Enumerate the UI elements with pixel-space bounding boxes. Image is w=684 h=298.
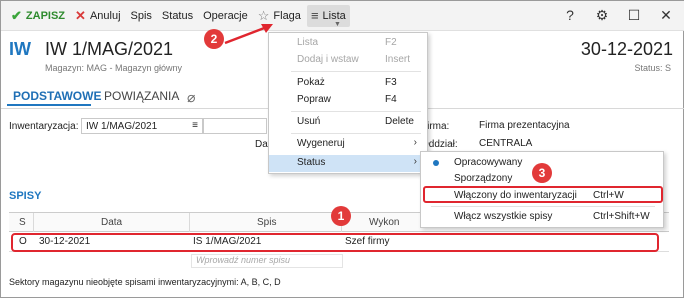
check-icon: ✔: [11, 8, 22, 23]
active-tab-indicator: [7, 104, 91, 106]
menu-separator: [291, 133, 421, 134]
close-icon[interactable]: ✕: [657, 7, 675, 24]
warehouse-subtitle: Magazyn: MAG - Magazyn główny: [45, 63, 183, 73]
menu-lines-icon: ≡: [310, 8, 319, 23]
extra-field[interactable]: [203, 118, 267, 134]
annotation-badge-1: 1: [331, 206, 351, 226]
menu-item-label: Dodaj i wstaw: [297, 54, 359, 65]
flaga-label: Flaga: [273, 9, 301, 22]
document-date: 30-12-2021: [580, 39, 673, 59]
menu-item-status[interactable]: Status ›: [269, 155, 427, 172]
menu-item-label: Lista: [297, 37, 319, 48]
annotation-badge-2: 2: [204, 29, 224, 49]
help-icon[interactable]: ?: [561, 7, 579, 24]
oddzial-field: CENTRALA: [475, 136, 669, 152]
window-controls: ? ⚙ ☐ ✕: [561, 7, 675, 24]
menu-separator: [431, 206, 655, 207]
cancel-label: Anuluj: [89, 9, 121, 22]
document-title: IW 1/MAG/2021: [45, 39, 174, 59]
column-header-spis[interactable]: Spis: [257, 217, 276, 228]
inwentaryzacja-label: Inwentaryzacja:: [9, 121, 79, 132]
submenu-item-label: Włącz wszystkie spisy: [454, 211, 553, 222]
annotation-badge-3: 3: [532, 163, 552, 183]
submenu-item-shortcut: Ctrl+Shift+W: [593, 211, 650, 222]
menu-item-shortcut: F3: [385, 77, 397, 88]
menu-item-popraw[interactable]: Popraw F4: [269, 92, 427, 109]
menu-item-shortcut: Insert: [385, 54, 411, 65]
submenu-highlight-annotation: [423, 186, 663, 203]
inwentaryzacja-field[interactable]: IW 1/MAG/2021 ≡: [81, 118, 203, 134]
tab-podstawowe[interactable]: PODSTAWOWE: [13, 89, 101, 103]
attachment-icon[interactable]: ⌀: [187, 89, 195, 106]
menu-item-label: Popraw: [297, 94, 331, 105]
tab-powiazania[interactable]: POWIĄZANIA: [104, 89, 179, 103]
column-divider: [33, 213, 34, 232]
menu-item-shortcut: Delete: [385, 116, 414, 127]
oddzial-value: CENTRALA: [479, 138, 533, 149]
menu-item-usun[interactable]: Usuń Delete: [269, 114, 427, 131]
submenu-item-wlacz-wszystkie-spisy[interactable]: Włącz wszystkie spisy Ctrl+Shift+W: [421, 209, 663, 225]
chevron-right-icon: ›: [413, 137, 417, 148]
menu-item-lista[interactable]: Lista F2: [269, 35, 427, 52]
add-spis-input[interactable]: Wprowadź numer spisu: [191, 254, 343, 268]
column-header-s[interactable]: S: [19, 217, 26, 228]
toolbar: ✔ ZAPISZ ✕ Anuluj Spis Status Operacje ☆…: [1, 1, 684, 31]
spis-menu[interactable]: Spis: [127, 5, 156, 27]
menu-item-shortcut: F4: [385, 94, 397, 105]
menu-item-dodaj-i-wstaw[interactable]: Dodaj i wstaw Insert: [269, 52, 427, 69]
chevron-down-icon: ▼: [333, 20, 341, 28]
menu-item-label: Status: [297, 157, 326, 168]
list-icon[interactable]: ≡: [192, 120, 198, 131]
firma-field: Firma prezentacyjna: [475, 118, 669, 134]
submenu-item-label: Sporządzony: [454, 173, 513, 184]
row-highlight-annotation: [11, 233, 659, 252]
firma-value: Firma prezentacyjna: [479, 120, 570, 131]
lista-dropdown-menu: Lista F2 Dodaj i wstaw Insert Pokaż F3 P…: [268, 32, 428, 174]
cancel-button[interactable]: ✕ Anuluj: [71, 5, 124, 27]
lista-menu-button[interactable]: ≡ Lista ▼: [306, 4, 350, 28]
section-title-spisy: SPISY: [9, 190, 42, 202]
menu-item-label: Wygeneruj: [297, 138, 345, 149]
menu-separator: [291, 71, 421, 72]
save-label: ZAPISZ: [25, 9, 66, 22]
menu-item-shortcut: F2: [385, 37, 397, 48]
menu-separator: [291, 111, 421, 112]
status-label: Status: [161, 9, 194, 22]
operacje-label: Operacje: [203, 9, 248, 22]
menu-item-label: Pokaż: [297, 77, 325, 88]
column-divider: [189, 213, 190, 232]
column-header-wykon[interactable]: Wykon: [369, 217, 399, 228]
document-status: Status: S: [634, 63, 671, 73]
menu-item-wygeneruj[interactable]: Wygeneruj ›: [269, 136, 427, 153]
document-type-icon: IW: [9, 39, 31, 59]
gear-icon[interactable]: ⚙: [593, 7, 611, 24]
submenu-item-label: Opracowywany: [454, 157, 523, 168]
inwentaryzacja-value: IW 1/MAG/2021: [86, 121, 158, 132]
radio-selected-icon: [433, 160, 439, 166]
spis-label: Spis: [130, 9, 152, 22]
save-button[interactable]: ✔ ZAPISZ: [7, 5, 69, 27]
sectors-note: Sektory magazynu nieobjęte spisami inwen…: [9, 277, 281, 287]
menu-item-label: Usuń: [297, 116, 321, 127]
menu-item-pokaz[interactable]: Pokaż F3: [269, 75, 427, 92]
column-header-data[interactable]: Data: [101, 217, 122, 228]
chevron-right-icon: ›: [413, 156, 417, 167]
maximize-icon[interactable]: ☐: [625, 7, 643, 24]
cancel-icon: ✕: [75, 8, 86, 23]
status-menu[interactable]: Status: [158, 5, 197, 27]
